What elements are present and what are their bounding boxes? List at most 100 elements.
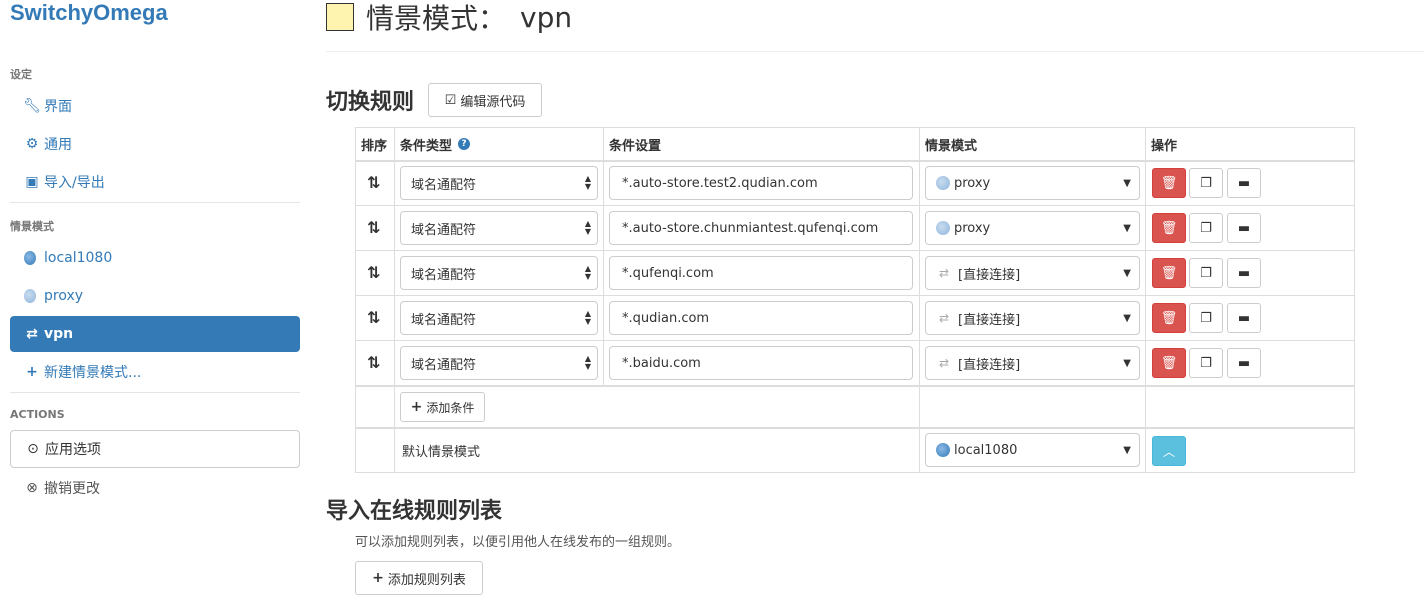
plus-icon: + [26,364,38,380]
profile-select[interactable]: proxy ▼ [925,166,1140,200]
edit-icon: ☑ [444,92,457,108]
app-title: SwitchyOmega [10,0,168,25]
column-divider [1145,128,1146,472]
delete-rule-button[interactable]: 🗑︎ [1152,258,1186,288]
column-header-sort: 排序 [361,138,388,154]
add-rule-list-button[interactable]: + 添加规则列表 [355,561,483,595]
sort-handle-icon[interactable]: ⇅ [367,308,380,327]
x-circle-icon: ⊗ [26,480,38,496]
rule-lists-description: 可以添加规则列表，以便引用他人在线发布的一组规则。 [355,535,681,550]
condition-type-value: 域名通配符 [411,222,477,238]
sidebar-item-label: vpn [44,326,74,342]
move-up-button[interactable]: ︿ [1152,436,1186,466]
condition-pattern-input[interactable]: *.qufenqi.com [609,256,913,290]
sidebar-item-import-export[interactable]: ▣ 导入/导出 [10,164,300,200]
clone-rule-button[interactable]: ❐ [1189,303,1223,333]
note-rule-button[interactable]: ▬ [1227,168,1261,198]
globe-icon [936,176,950,190]
sidebar-item-local1080[interactable]: local1080 [10,240,300,276]
delete-rule-button[interactable]: 🗑︎ [1152,348,1186,378]
title-divider [326,51,1424,52]
sidebar-item-label: 通用 [44,137,72,153]
profile-select[interactable]: ⇄ [直接连接] ▼ [925,256,1140,290]
edit-source-button[interactable]: ☑ 编辑源代码 [428,83,542,117]
note-rule-button[interactable]: ▬ [1227,303,1261,333]
edit-source-label: 编辑源代码 [460,94,526,110]
note-rule-button[interactable]: ▬ [1227,213,1261,243]
condition-type-select[interactable]: 域名通配符 ▲ ▼ [400,166,598,200]
default-profile-select[interactable]: local1080 ▼ [925,433,1140,467]
column-header-condition-type: 条件类型 ? [394,128,471,160]
condition-pattern-input[interactable]: *.auto-store.chunmiantest.qufenqi.com [609,211,913,245]
sort-handle-icon[interactable]: ⇅ [367,263,380,282]
note-rule-button[interactable]: ▬ [1227,348,1261,378]
condition-type-select[interactable]: 域名通配符 ▲ ▼ [400,256,598,290]
help-icon[interactable]: ? [458,138,471,150]
page-title: 情景模式： vpn [326,0,572,35]
page-title-prefix: 情景模式： [366,2,507,35]
clone-rule-button[interactable]: ❐ [1189,168,1223,198]
clone-rule-button[interactable]: ❐ [1189,348,1223,378]
profile-select[interactable]: ⇄ [直接连接] ▼ [925,346,1140,380]
delete-rule-button[interactable]: 🗑︎ [1152,213,1186,243]
column-header-label: 条件类型 [400,138,453,154]
copy-icon: ❐ [1200,220,1212,236]
delete-rule-button[interactable]: 🗑︎ [1152,303,1186,333]
actions-header: ACTIONS [10,408,65,421]
sidebar-item-label: proxy [44,288,84,304]
condition-pattern-input[interactable]: *.auto-store.test2.qudian.com [609,166,913,200]
sidebar-item-vpn[interactable]: ⇄ vpn [10,316,300,352]
condition-type-select[interactable]: 域名通配符 ▲ ▼ [400,346,598,380]
apply-options-button[interactable]: ⊙ 应用选项 [10,430,300,468]
note-rule-button[interactable]: ▬ [1227,258,1261,288]
new-profile-button[interactable]: + 新建情景模式... [10,354,300,390]
add-rule-list-label: 添加规则列表 [387,572,466,588]
sort-handle-icon[interactable]: ⇅ [367,353,380,372]
sidebar: SwitchyOmega 设定 🔧︎ 界面 ⚙ 通用 ▣ 导入/导出 情景模式 … [0,0,310,598]
add-condition-button[interactable]: + 添加条件 [400,392,485,422]
updown-icon: ▲ ▼ [584,264,591,281]
profile-select[interactable]: proxy ▼ [925,211,1140,245]
caret-down-icon: ▼ [1123,222,1131,234]
sort-handle-icon[interactable]: ⇅ [367,218,380,237]
profile-select[interactable]: ⇄ [直接连接] ▼ [925,301,1140,335]
profile-value: proxy [954,220,991,236]
clone-rule-button[interactable]: ❐ [1189,258,1223,288]
condition-pattern-input[interactable]: *.baidu.com [609,346,913,380]
condition-pattern-input[interactable]: *.qudian.com [609,301,913,335]
updown-icon: ▲ ▼ [584,309,591,326]
updown-icon: ▲ ▼ [584,219,591,236]
new-profile-label: 新建情景模式... [44,365,142,381]
condition-type-select[interactable]: 域名通配符 ▲ ▼ [400,301,598,335]
updown-icon: ▲ ▼ [584,354,591,371]
sidebar-item-general[interactable]: ⚙ 通用 [10,126,300,162]
column-divider [394,128,395,472]
sidebar-item-label: 界面 [44,99,72,115]
add-condition-label: 添加条件 [426,400,475,415]
comment-icon: ▬ [1237,265,1251,281]
sort-handle-icon[interactable]: ⇅ [367,173,380,192]
divider [10,202,300,203]
condition-type-select[interactable]: 域名通配符 ▲ ▼ [400,211,598,245]
condition-type-value: 域名通配符 [411,357,477,373]
sidebar-item-proxy[interactable]: proxy [10,278,300,314]
discard-changes-button[interactable]: ⊗ 撤销更改 [10,470,300,506]
floppy-icon: ▣ [25,174,39,190]
default-profile-label: 默认情景模式 [402,444,481,460]
trash-icon: 🗑︎ [1160,355,1178,371]
apply-label: 应用选项 [45,442,101,458]
wrench-icon: 🔧︎ [23,98,41,114]
sidebar-item-label: 导入/导出 [44,175,105,191]
profile-color-swatch[interactable] [326,3,354,31]
profile-value: [直接连接] [958,312,1021,328]
row-divider [356,250,1354,251]
clone-rule-button[interactable]: ❐ [1189,213,1223,243]
direct-icon: ⇄ [938,356,950,370]
delete-rule-button[interactable]: 🗑︎ [1152,168,1186,198]
plus-icon: + [410,399,423,415]
profile-value: [直接连接] [958,267,1021,283]
sidebar-item-interface[interactable]: 🔧︎ 界面 [10,88,300,124]
trash-icon: 🗑︎ [1160,220,1178,236]
direct-icon: ⇄ [938,266,950,280]
profile-value: [直接连接] [958,357,1021,373]
